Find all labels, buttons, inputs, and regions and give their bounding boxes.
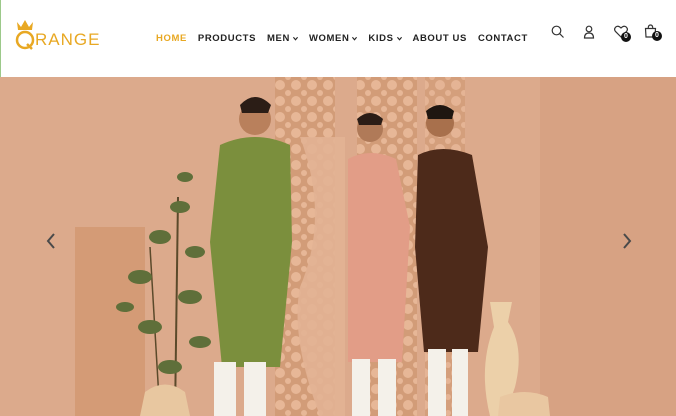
hero-banner-image (0, 77, 676, 416)
nav-home[interactable]: HOME (156, 33, 187, 44)
nav-women-label: WOMEN (308, 33, 350, 44)
chevron-down-icon (396, 36, 402, 41)
main-nav: HOME PRODUCTS MEN WOMEN KIDS ABOUT US CO… (156, 33, 539, 44)
chevron-down-icon (352, 36, 358, 41)
user-icon[interactable] (583, 25, 599, 43)
nav-about[interactable]: ABOUT US (413, 33, 467, 44)
nav-home-label: HOME (156, 33, 187, 44)
logo-text: RANGE (35, 30, 101, 49)
nav-men[interactable]: MEN (267, 33, 298, 44)
nav-products[interactable]: PRODUCTS (198, 33, 256, 44)
slider-prev-button[interactable] (42, 229, 60, 253)
nav-kids[interactable]: KIDS (368, 33, 402, 44)
search-icon[interactable] (551, 25, 567, 43)
site-header: RANGE HOME PRODUCTS MEN WOMEN KIDS ABOUT… (0, 0, 676, 77)
cart-button[interactable]: 0 (644, 24, 662, 42)
nav-contact-label: CONTACT (477, 33, 528, 44)
chevron-down-icon (292, 36, 298, 41)
chevron-right-icon (623, 233, 632, 249)
nav-women[interactable]: WOMEN (308, 33, 358, 44)
logo[interactable]: RANGE (15, 18, 99, 52)
cart-count-badge: 0 (652, 31, 662, 41)
nav-about-label: ABOUT US (412, 33, 467, 44)
slider-next-button[interactable] (618, 229, 636, 253)
wishlist-count-badge: 0 (621, 32, 631, 42)
wishlist-button[interactable]: 0 (614, 25, 631, 43)
chevron-left-icon (46, 233, 55, 249)
nav-products-label: PRODUCTS (197, 33, 257, 44)
nav-contact[interactable]: CONTACT (478, 33, 528, 44)
nav-kids-label: KIDS (368, 33, 394, 44)
nav-men-label: MEN (267, 33, 290, 44)
hero-slider (0, 77, 676, 416)
